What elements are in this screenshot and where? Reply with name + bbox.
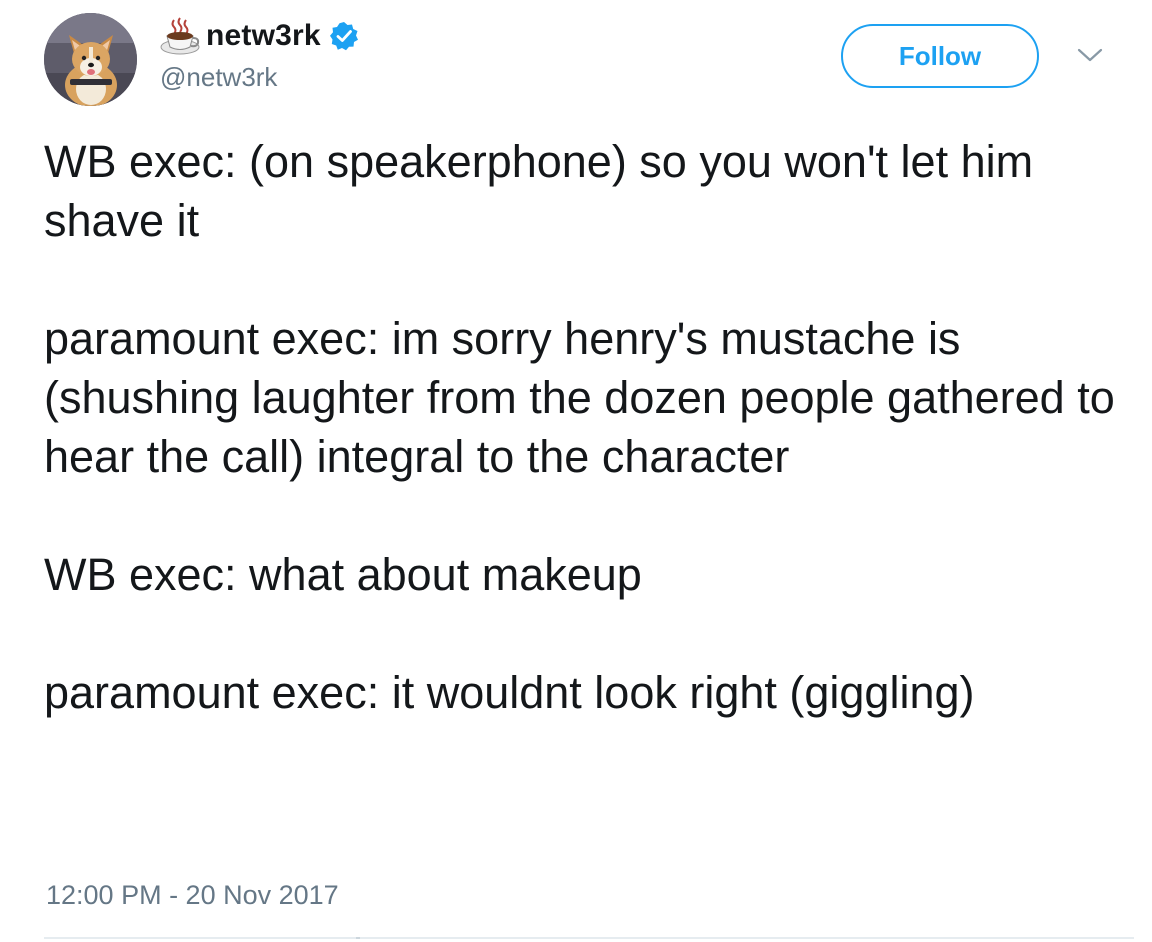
tweet-paragraph: WB exec: what about makeup	[44, 549, 642, 600]
corgi-avatar-icon	[44, 13, 137, 106]
author-handle[interactable]: @netw3rk	[160, 62, 277, 93]
follow-button[interactable]: Follow	[841, 24, 1039, 88]
tweet-paragraph: paramount exec: im sorry henry's mustach…	[44, 313, 1115, 482]
author-display-name[interactable]: netw3rk	[206, 19, 321, 53]
tweet-text: WB exec: (on speakerphone) so you won't …	[44, 132, 1134, 722]
author-name-row[interactable]: netw3rk	[158, 14, 359, 58]
tweet-card: netw3rk @netw3rk Follow WB exec: (on spe…	[0, 0, 1152, 942]
verified-badge-icon	[329, 21, 359, 51]
hot-beverage-cup-icon	[158, 14, 202, 58]
divider-tick	[356, 937, 360, 939]
tweet-paragraph: paramount exec: it wouldnt look right (g…	[44, 667, 975, 718]
tweet-timestamp[interactable]: 12:00 PM - 20 Nov 2017	[46, 880, 339, 911]
chevron-down-icon[interactable]	[1076, 44, 1104, 66]
tweet-paragraph: WB exec: (on speakerphone) so you won't …	[44, 136, 1034, 246]
divider	[44, 937, 1134, 939]
avatar[interactable]	[44, 13, 137, 106]
